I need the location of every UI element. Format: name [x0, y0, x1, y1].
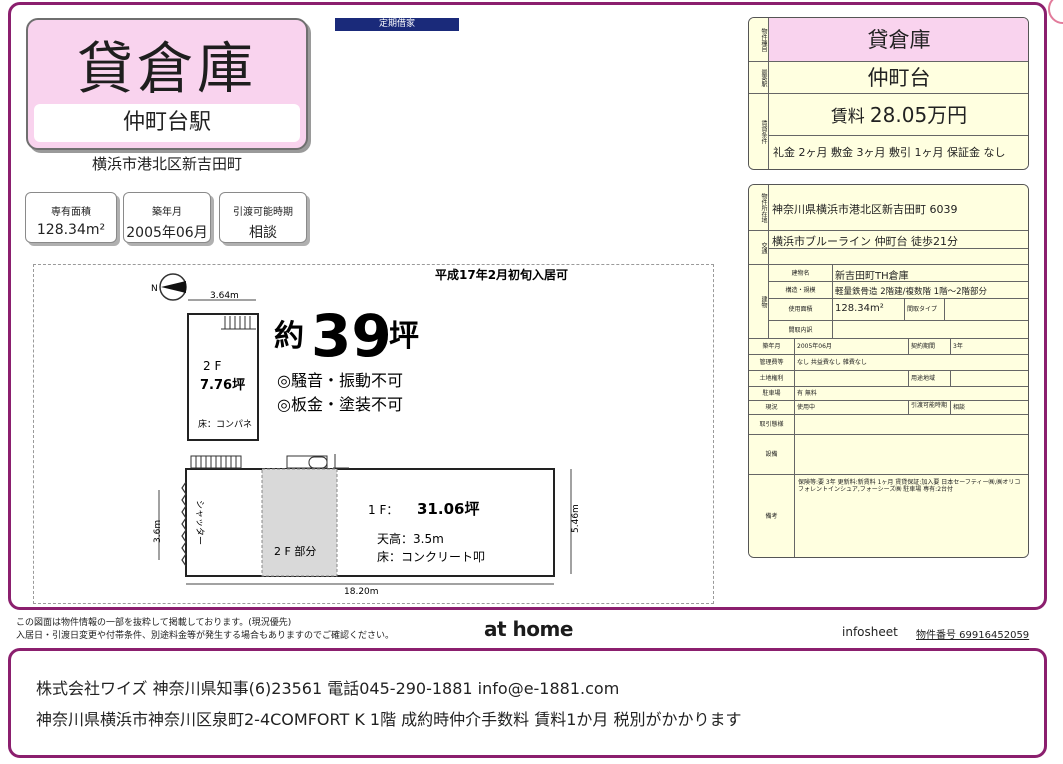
summary-price-label: 賃貸条件 [749, 94, 769, 169]
land-label: 土地権利 [749, 371, 795, 387]
move-in-note: 平成17年2月初旬入居可 [435, 267, 568, 282]
zone-value [951, 371, 1028, 387]
handover-value: 相談 [951, 401, 1028, 415]
mgmt-label: 管理費等 [749, 355, 795, 371]
floor2-floor: 床：コンパネ [198, 418, 252, 430]
rent-row: 賃料 28.05万円 [769, 94, 1028, 136]
land-value [795, 371, 909, 387]
layout-detail-value [833, 321, 1028, 339]
info-card-value: 2005年06月 [126, 225, 208, 241]
parking-label: 駐車場 [749, 387, 795, 401]
station-name: 仲町台駅 [34, 104, 300, 142]
term-value: 3年 [951, 339, 1028, 355]
rent-label: 賃料 [830, 107, 865, 127]
name-label: 建物名 [769, 265, 833, 282]
disclaimer-line: 入居日・引渡日変更や付帯条件、別途料金等が発生する場合もありますのでご確認くださ… [16, 631, 395, 641]
info-card-built: 築年月 2005年06月 [123, 192, 211, 243]
summary-type-value: 貸倉庫 [769, 18, 1028, 62]
equipment-label: 設備 [749, 435, 795, 475]
layout-label: 間取タイプ [905, 299, 945, 321]
status-label: 現況 [749, 401, 795, 415]
address-line: 横浜市港北区新吉田町 [91, 155, 242, 173]
north-label: N [151, 284, 158, 294]
info-card-handover: 引渡可能時期 相談 [219, 192, 307, 243]
mgmt-value: なし 共益費なし 雑費なし [795, 355, 1028, 371]
info-card-label: 築年月 [152, 207, 182, 218]
north-arrow-icon: N [151, 273, 187, 301]
area-headline-unit: 坪 [389, 319, 419, 354]
summary-station-value: 仲町台 [769, 62, 1028, 94]
floor1-label: 1 F： [368, 503, 398, 517]
building-label: 建物 [749, 265, 769, 339]
property-number: 物件番号 69916452059 [916, 630, 1030, 641]
restriction-sheet-metal: ◎板金・塗装不可 [277, 395, 403, 414]
dim-right: 5.46m [571, 504, 581, 533]
remarks-value: 保険等:要 3年 更新料:新賃料 1ヶ月 賃貸保証:加入要 日本セーフティー㈱,… [795, 475, 1028, 557]
location-label: 物件所在地 [749, 185, 769, 231]
built-label: 築年月 [749, 339, 795, 355]
floor-plan: 平成17年2月初旬入居可 N 3.64m 2 F 7.76坪 床：コンパネ 約 … [151, 267, 581, 597]
infosheet-label: infosheet [842, 625, 898, 639]
traffic-label: 交通 [749, 231, 769, 265]
built-value: 2005年06月 [795, 339, 909, 355]
info-card-label: 引渡可能時期 [233, 207, 293, 218]
layout-detail-label: 間取内訳 [769, 321, 833, 339]
dim-left: 3.6m [153, 520, 163, 543]
company-info: 株式会社ワイズ 神奈川県知事(6)23561 電話045-290-1881 in… [36, 679, 620, 698]
structure-value: 軽量鉄骨造 2階建/複数階 1階〜2階部分 [833, 282, 1028, 299]
corner-decoration [1048, 0, 1063, 24]
area-headline-prefix: 約 [274, 319, 304, 354]
footer-frame [8, 648, 1047, 758]
name-value: 新吉田町TH倉庫 [833, 265, 1028, 282]
floor1-area: 31.06坪 [417, 500, 479, 518]
part-2f-label: 2 F 部分 [274, 544, 316, 558]
teiki-shakuya-badge: 定期借家 [335, 18, 459, 31]
transaction-label: 取引態様 [749, 415, 795, 435]
traffic-value: 横浜市ブルーライン 仲町台 徒歩21分 [769, 231, 1028, 249]
floor1-floor: 床：コンクリート叩 [377, 550, 485, 564]
area-label: 使用面積 [769, 299, 833, 321]
summary-station-label: 最寄駅 [749, 62, 769, 94]
floor2-area: 7.76坪 [200, 378, 245, 393]
disclaimer-notes: この図面は物件情報の一部を抜粋して掲載しております。(現況優先) 入居日・引渡日… [16, 617, 394, 643]
info-card-value: 相談 [249, 225, 277, 241]
summary-table: 物件種目 貸倉庫 最寄駅 仲町台 賃貸条件 賃料 28.05万円 礼金 2ヶ月 … [748, 17, 1029, 170]
info-card-value: 128.34m² [36, 222, 106, 238]
restriction-noise: ◎騒音・振動不可 [277, 371, 403, 390]
area-value: 128.34m² [833, 299, 905, 321]
deposit-conditions: 礼金 2ヶ月 敷金 3ヶ月 敷引 1ヶ月 保証金 なし [769, 136, 1028, 169]
traffic-empty [769, 249, 1028, 265]
parking-value: 有 無料 [795, 387, 1028, 401]
structure-label: 構造・規模 [769, 282, 833, 299]
term-label: 契約期間 [909, 339, 951, 355]
info-card-label: 専有面積 [51, 207, 91, 218]
remarks-label: 備考 [749, 475, 795, 557]
area-headline-number: 39 [311, 302, 392, 370]
rent-value: 28.05万円 [869, 103, 968, 127]
dim-top: 3.64m [210, 291, 239, 301]
disclaimer-line: この図面は物件情報の一部を抜粋して掲載しております。(現況優先) [16, 618, 292, 628]
equipment-value [795, 435, 1028, 475]
ceiling-height: 天高：3.5m [377, 531, 444, 546]
athome-logo: at home [484, 617, 573, 641]
status-value: 使用中 [795, 401, 909, 415]
handover-label: 引渡可能時期 [909, 401, 951, 415]
layout-value [945, 299, 1028, 321]
detail-table: 物件所在地 神奈川県横浜市港北区新吉田町 6039 交通 横浜市ブルーライン 仲… [748, 184, 1029, 558]
zone-label: 用途地域 [909, 371, 951, 387]
company-address: 神奈川県横浜市神奈川区泉町2-4COMFORT K 1階 成約時仲介手数料 賃料… [36, 710, 742, 729]
shutter-label: シャッター [194, 500, 205, 545]
summary-type-label: 物件種目 [749, 18, 769, 62]
property-type-title: 貸倉庫 [77, 37, 257, 102]
info-card-area: 専有面積 128.34m² [25, 192, 117, 243]
dim-bottom: 18.20m [344, 587, 379, 597]
transaction-value [795, 415, 1028, 435]
floor2-label: 2 F [203, 359, 221, 373]
location-value: 神奈川県横浜市港北区新吉田町 6039 [769, 185, 1028, 231]
